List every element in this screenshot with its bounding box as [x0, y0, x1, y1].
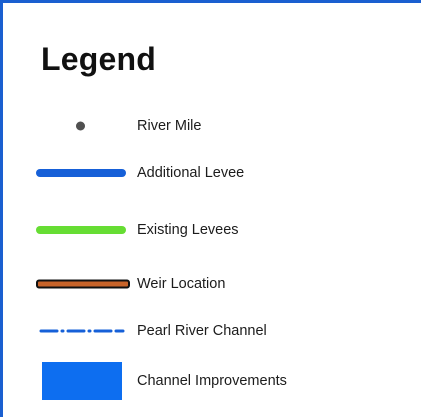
map-legend-panel: Legend River Mile Additional Levee Exist…	[0, 0, 421, 417]
weir-location-line-symbol	[36, 279, 130, 289]
legend-item-pearl-river-channel: Pearl River Channel	[3, 311, 421, 351]
river-mile-dot-symbol	[76, 121, 85, 131]
legend-item-weir-location: Weir Location	[3, 264, 421, 304]
legend-item-label: Channel Improvements	[137, 373, 287, 389]
legend-item-label: Pearl River Channel	[137, 323, 267, 339]
channel-improvements-area-symbol	[42, 362, 122, 400]
legend-item-channel-improvements: Channel Improvements	[3, 361, 421, 401]
legend-item-additional-levee: Additional Levee	[3, 153, 421, 193]
legend-title: Legend	[41, 41, 156, 77]
additional-levee-line-symbol	[36, 169, 126, 177]
legend-item-label: Weir Location	[137, 276, 226, 292]
existing-levees-line-symbol	[36, 226, 126, 234]
legend-item-label: River Mile	[137, 118, 202, 134]
legend-item-label: Additional Levee	[137, 165, 245, 181]
pearl-river-channel-dashdot-symbol	[39, 329, 125, 333]
legend-item-existing-levees: Existing Levees	[3, 210, 421, 250]
legend-item-river-mile: River Mile	[3, 106, 421, 146]
legend-item-label: Existing Levees	[137, 222, 239, 238]
